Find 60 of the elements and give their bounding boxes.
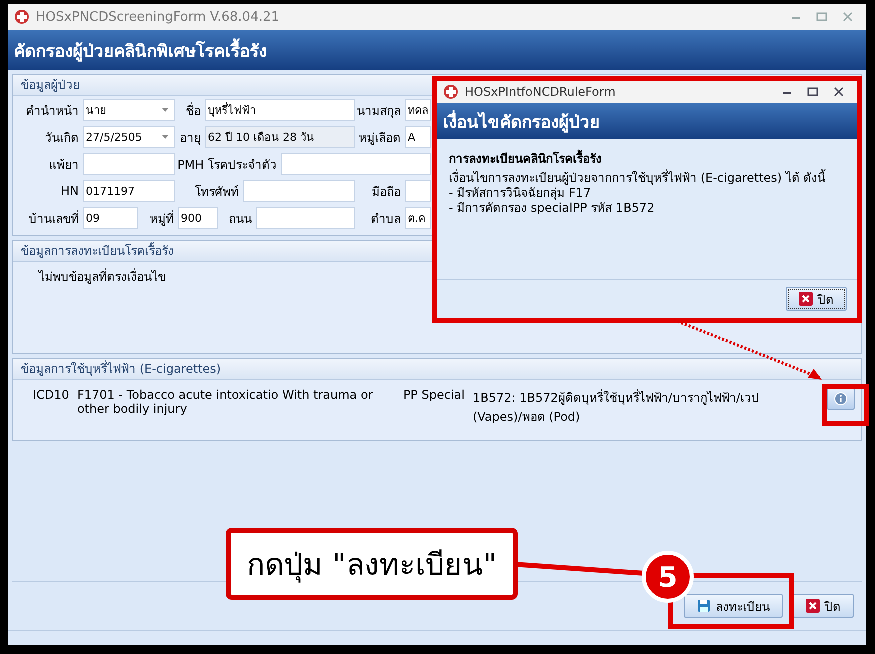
rule-text: - มีการคัดกรอง specialPP รหัส 1B572 [449,201,656,216]
field-label: โทรศัพท์ [194,184,240,200]
floppy-icon [697,599,711,613]
info-icon [834,392,848,406]
input-field[interactable] [405,180,431,202]
app-logo-icon [14,9,30,25]
field-label: ถนน [228,210,253,228]
dialog-heading-title: เงื่อนไขคัดกรองผู้ป่วย [443,108,600,134]
input-field[interactable]: 09 [83,207,138,229]
dialog-title: HOSxPIntfoNCDRuleForm [465,85,617,99]
rule-text: - มีรหัสการวินิจฉัยกลุ่ม F17 [449,186,592,201]
close-button[interactable]: ปิด [786,287,847,311]
highlight-box [822,384,869,426]
panel-title: ข้อมูลการใช้บุหรี่ไฟฟ้า (E-cigarettes) [13,359,861,380]
pp-label: PP Special [403,388,465,402]
close-button[interactable]: ปิด [793,594,854,618]
rule-text: เงื่อนไขการลงทะเบียนผู้ป่วยจากการใช้บุหรี่ไฟฟ้า (E-cigarettes) ได้ ดังนี้ [449,171,827,186]
form-title: คัดกรองผู้ป่วยคลินิกพิเศษโรคเรื้อรัง [14,36,267,64]
field-label: อายุ [179,130,202,146]
input-field[interactable] [83,153,175,175]
field-label: มือถือ [371,184,402,200]
close-icon [806,599,820,613]
field-label: คำนำหน้า [25,102,80,120]
input-field[interactable]: ต.ค [405,207,431,229]
field-label: ตำบล [370,210,402,228]
close-icon[interactable] [833,86,845,98]
app-logo-icon [443,84,459,100]
icd-value: F1701 - Tobacco acute intoxicatio With trauma or other bodily injury [77,388,374,416]
empty-message: ไม่พบข้อมูลที่ตรงเงื่อนไข [37,268,167,286]
input-field[interactable]: 62 ปี 10 เดือน 28 วัน [205,126,355,148]
input-field[interactable]: 900 [178,207,218,229]
rule-heading: การลงทะเบียนคลินิกโรคเรื้อรัง [449,149,845,168]
caret-icon [162,135,169,139]
dropdown-field[interactable]: นาย [83,99,175,121]
dropdown-field[interactable]: 27/5/2505 [83,126,175,148]
close-icon [799,292,813,306]
field-label: ชื่อ [185,102,202,120]
field-label: แพ้ยา [48,156,80,174]
input-field[interactable]: บุหรี่ไฟฟ้า [205,99,355,121]
icd-label: ICD10 [33,388,70,402]
input-field[interactable]: A [405,126,431,148]
input-field[interactable] [243,180,355,202]
field-label: หมู่ที่ [149,210,175,228]
register-button[interactable]: ลงทะเบียน [684,594,783,618]
maximize-icon[interactable] [807,86,819,98]
field-label: นามสกุล [356,102,402,120]
input-field[interactable] [281,153,431,175]
field-label: วันเกิด [44,130,80,146]
info-button[interactable] [827,388,855,410]
callout-text: กดปุ่ม "ลงทะเบียน" [246,546,498,585]
field-label: HN [60,184,80,198]
caret-icon [162,108,169,112]
input-field[interactable]: 0171197 [83,180,175,202]
field-label: หมู่เลือด [358,130,402,146]
window-title: HOSxPNCDScreeningForm V.68.04.21 [36,10,281,24]
input-field[interactable]: ทดล [405,99,431,121]
input-field[interactable] [256,207,355,229]
pp-value: 1B572: 1B572ผู้ติดบุหรี่ใช้บุหรี่ไฟฟ้า/บารากูไฟฟ้า/เวป (Vapes)/พอต (Pod) [472,388,760,426]
field-label: บ้านเลขที่ [28,210,80,228]
field-label: PMH โรคประจำตัว [176,156,278,174]
